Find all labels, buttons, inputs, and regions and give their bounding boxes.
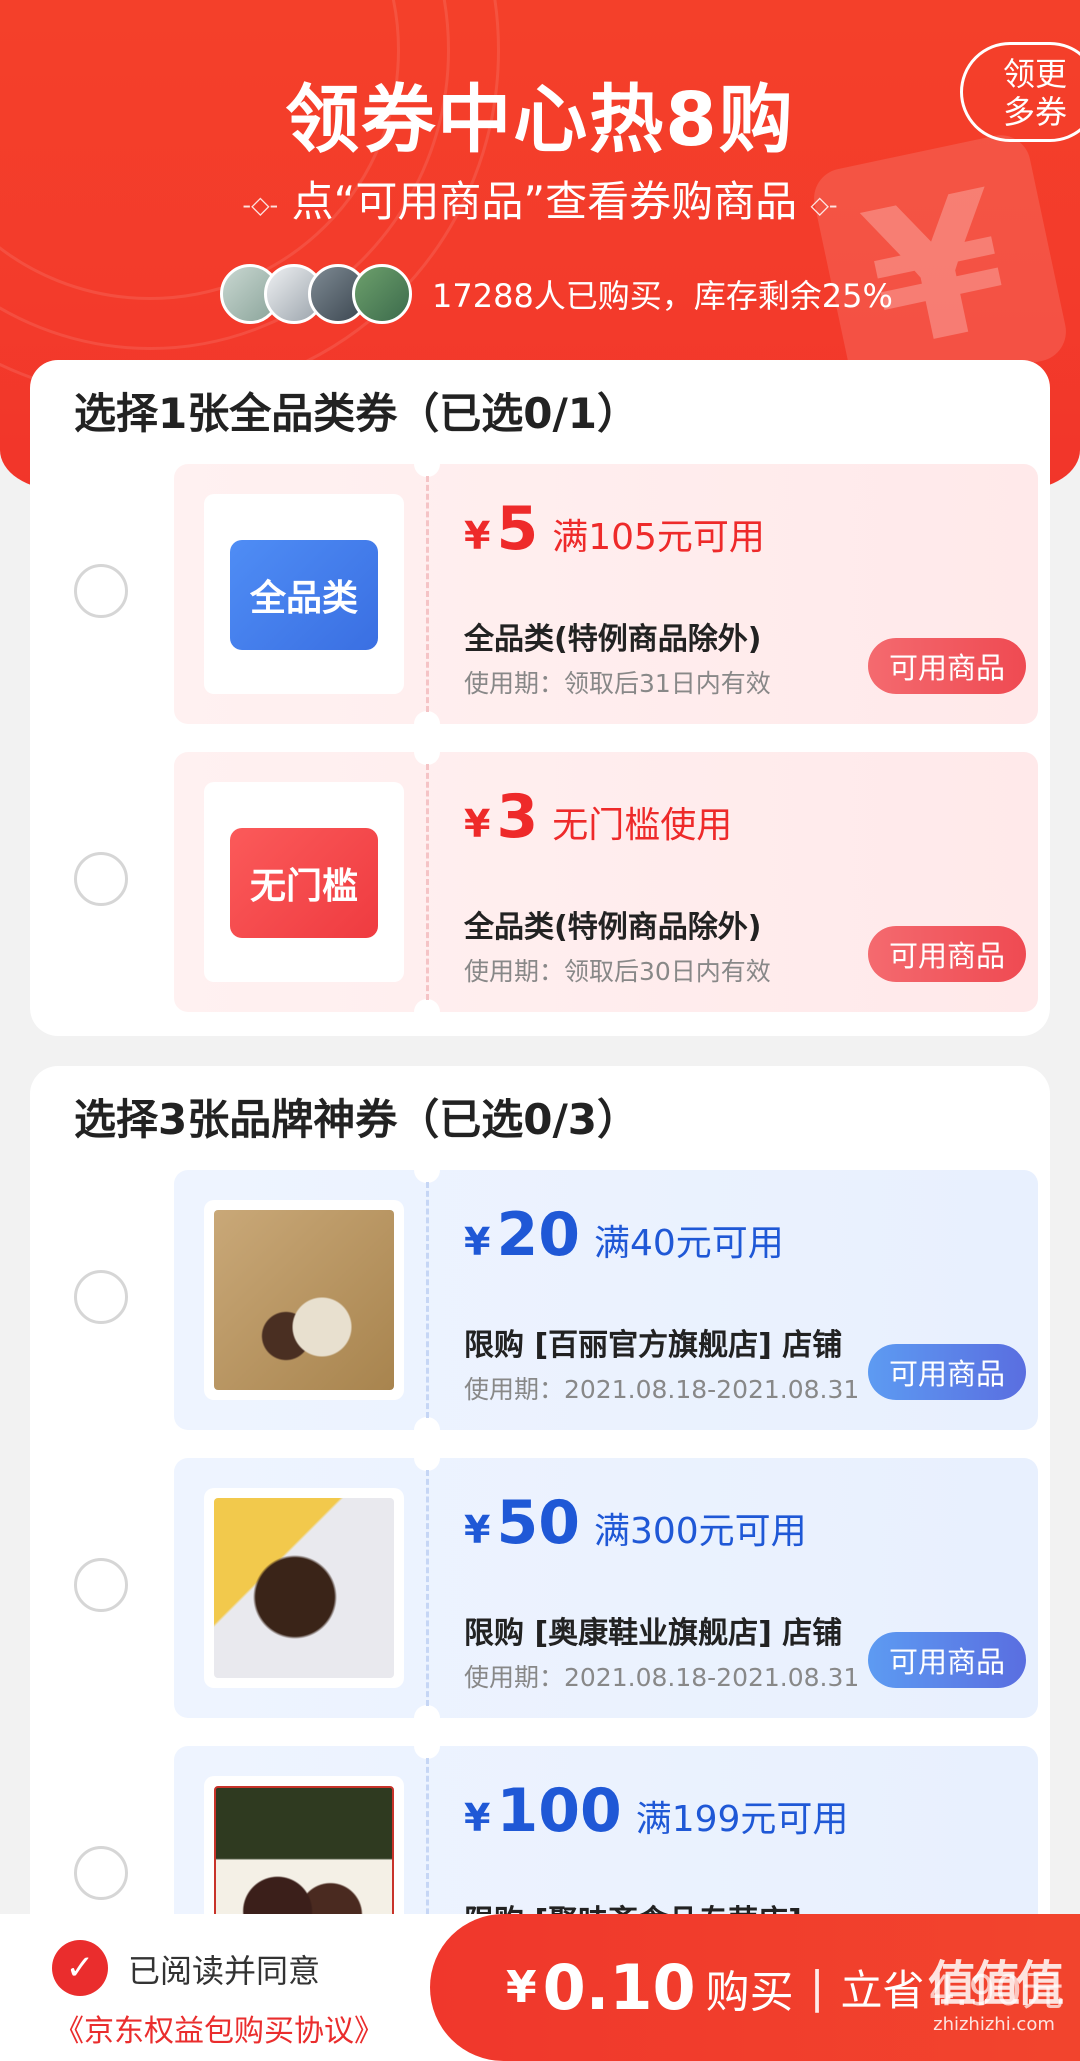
more-coupons-label: 多券 [1003,93,1068,131]
subtitle-text: 点“可用商品”查看券购商品 [291,177,798,226]
coupon-amount: ¥ 100 满199元可用 [464,1776,848,1846]
coupon-amount: ¥ 5 满105元可用 [464,494,765,564]
coupon-thumbnail [204,1488,404,1688]
leather-shoe-product-image [214,1498,394,1678]
ticket-divider [426,1470,429,1706]
buyer-avatars [220,264,412,324]
coupon-ticket: ¥ 50 满300元可用 限购 [奥康鞋业旗舰店] 店铺 使用期：2021.08… [174,1445,1038,1731]
agree-text: 已阅读并同意 [128,1952,321,1990]
coupon-name: 全品类(特例商品除外) [464,910,762,945]
amount-value: 5 [496,494,539,564]
buy-label: 购买 [705,1966,794,2018]
coupon-amount: ¥ 3 无门槛使用 [464,782,732,852]
available-products-button[interactable]: 可用商品 [868,638,1026,694]
separator: | [809,1962,825,2013]
amount-value: 50 [496,1488,580,1558]
amount-value: 3 [496,782,539,852]
all-category-section: 选择1张全品类券（已选0/1） 全品类 ¥ 5 满105元可用 全品类(特例商品… [30,360,1050,1036]
amount-value: 20 [496,1200,580,1270]
coupon-amount: ¥ 20 满40元可用 [464,1200,784,1270]
ticket-notch [414,739,440,765]
select-radio[interactable] [74,1558,128,1612]
coupon-name: 全品类(特例商品除外) [464,622,762,657]
coupon-condition: 满300元可用 [593,1511,807,1552]
coupon-ticket: 全品类 ¥ 5 满105元可用 全品类(特例商品除外) 使用期：领取后31日内有… [174,451,1038,737]
watermark-domain: zhizhizhi.com [933,2014,1055,2035]
coupon-period: 使用期：2021.08.18-2021.08.31 [464,1663,860,1692]
coupon-name: 限购 [百丽官方旗舰店] 店铺 [464,1328,843,1363]
buy-price: 0.10 [542,1951,696,2024]
buyers-count-text: 17288人已购买，库存剩余25% [432,277,893,315]
diamond-deco-icon: ◇- [810,190,838,219]
more-coupons-button[interactable]: 领更 多券 [960,42,1080,142]
available-products-button[interactable]: 可用商品 [868,1344,1026,1400]
coupon-ticket: ¥ 20 满40元可用 限购 [百丽官方旗舰店] 店铺 使用期：2021.08.… [174,1157,1038,1443]
ticket-notch [414,999,440,1025]
diamond-deco-icon: -◇- [242,190,279,219]
ticket-divider [426,1182,429,1418]
ticket-notch [414,1705,440,1731]
ticket-divider [426,764,429,1000]
select-radio[interactable] [74,1270,128,1324]
all-category-ticket-icon: 全品类 [230,540,378,650]
ticket-notch [414,1445,440,1471]
coupon-item[interactable]: 全品类 ¥ 5 满105元可用 全品类(特例商品除外) 使用期：领取后31日内有… [30,451,1050,737]
coupon-amount: ¥ 50 满300元可用 [464,1488,807,1558]
coupon-item[interactable]: ¥ 50 满300元可用 限购 [奥康鞋业旗舰店] 店铺 使用期：2021.08… [30,1445,1050,1731]
coupon-thumbnail [204,1200,404,1400]
coupon-item[interactable]: ¥ 20 满40元可用 限购 [百丽官方旗舰店] 店铺 使用期：2021.08.… [30,1157,1050,1443]
coupon-thumbnail: 全品类 [204,494,404,694]
coupon-period: 使用期：领取后30日内有效 [464,957,771,986]
ticket-notch [414,1417,440,1443]
select-radio[interactable] [74,564,128,618]
page-subtitle: -◇- 点“可用商品”查看券购商品 ◇- [0,168,1080,229]
ticket-notch [414,1157,440,1183]
yen-symbol: ¥ [506,1962,537,2013]
page-title: 领券中心热8购 [285,77,795,163]
watermark-text: 值值值 [927,1956,1064,2012]
yen-symbol: ¥ [464,802,491,846]
coupon-ticket: 无门槛 ¥ 3 无门槛使用 全品类(特例商品除外) 使用期：领取后30日内有效 … [174,739,1038,1025]
yen-symbol: ¥ [464,1796,491,1840]
section-title: 选择3张品牌神券（已选0/3） [74,1095,640,1144]
coupon-condition: 满199元可用 [635,1799,849,1840]
coupon-period: 使用期：领取后31日内有效 [464,669,771,698]
no-threshold-ticket-icon: 无门槛 [230,828,378,938]
yen-symbol: ¥ [464,1220,491,1264]
yen-symbol: ¥ [464,514,491,558]
save-label: 立省 [840,1966,925,2015]
coupon-condition: 满105元可用 [552,517,765,558]
coupon-condition: 满40元可用 [593,1223,784,1264]
available-products-button[interactable]: 可用商品 [868,926,1026,982]
agree-checkbox-icon[interactable]: ✓ [52,1940,108,1996]
section-title: 选择1张全品类券（已选0/1） [74,389,640,438]
yen-symbol: ¥ [464,1508,491,1552]
ticket-notch [414,451,440,477]
bottom-purchase-bar: ✓ 已阅读并同意 《京东权益包购买协议》 ¥ 0.10 购买 | 立省 4.90… [0,1914,1080,2061]
coupon-period: 使用期：2021.08.18-2021.08.31 [464,1375,860,1404]
watermark-logo: 值值值 zhizhizhi.com [924,1944,1064,2035]
coupon-thumbnail: 无门槛 [204,782,404,982]
more-coupons-label: 领更 [1003,55,1068,93]
ticket-notch [414,1733,440,1759]
avatar [352,264,412,324]
purchase-agreement-link[interactable]: 《京东权益包购买协议》 [54,2006,384,2050]
brand-coupon-section: 选择3张品牌神券（已选0/3） ¥ 20 满40元可用 限购 [百丽官方旗舰店]… [30,1066,1050,2061]
coupon-condition: 无门槛使用 [552,805,733,846]
ticket-notch [414,711,440,737]
available-products-button[interactable]: 可用商品 [868,1632,1026,1688]
shoe-product-image [214,1210,394,1390]
coupon-item[interactable]: 无门槛 ¥ 3 无门槛使用 全品类(特例商品除外) 使用期：领取后30日内有效 … [30,739,1050,1025]
ticket-divider [426,476,429,712]
amount-value: 100 [496,1776,622,1846]
buyers-info: 17288人已购买，库存剩余25% [220,262,893,326]
coupon-name: 限购 [奥康鞋业旗舰店] 店铺 [464,1616,843,1651]
select-radio[interactable] [74,852,128,906]
select-radio[interactable] [74,1846,128,1900]
